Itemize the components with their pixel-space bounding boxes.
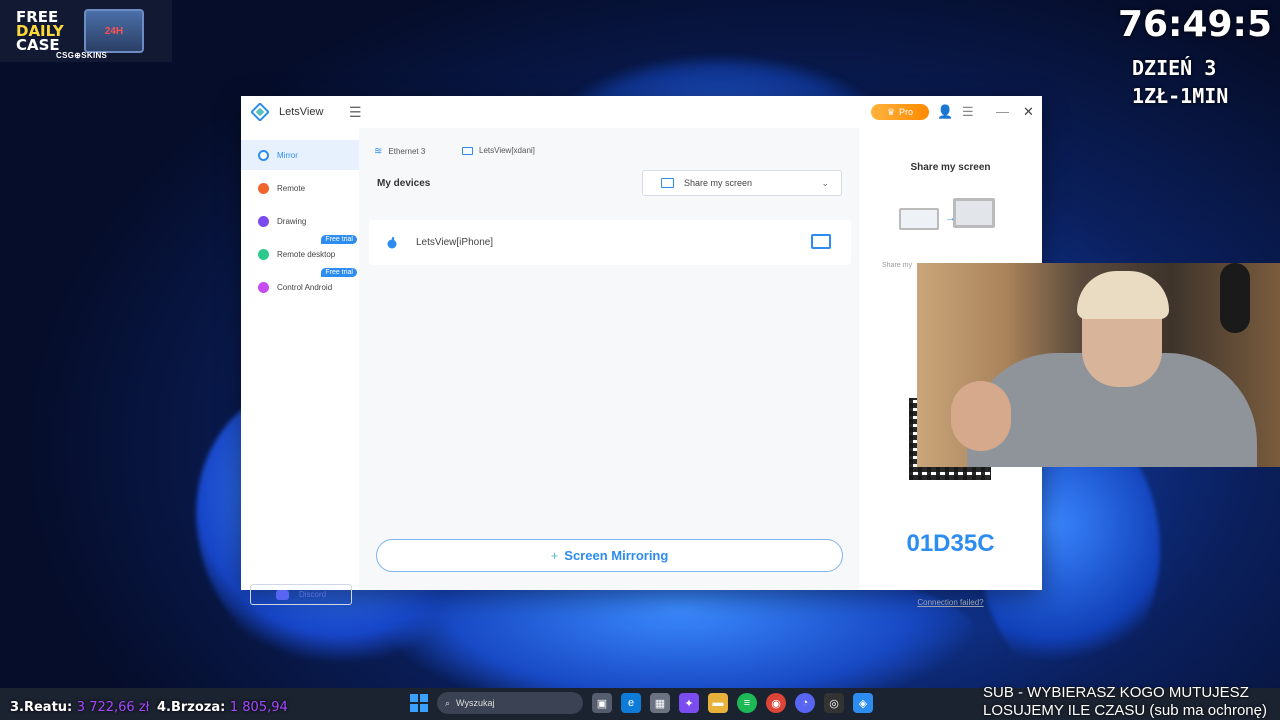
mirror-button-label: Screen Mirroring (564, 548, 669, 563)
sidebar-item-label: Drawing (277, 216, 307, 226)
sidebar: Mirror Remote Drawing Remote desktop Fre… (241, 128, 359, 605)
spotify-icon[interactable]: ≡ (737, 693, 757, 713)
share-panel-hint: Share my (882, 262, 912, 269)
file-explorer-icon[interactable]: ▬ (708, 693, 728, 713)
chrome-icon[interactable]: ◉ (766, 693, 786, 713)
webcam-overlay (917, 263, 1280, 467)
microphone (1220, 263, 1250, 333)
leader-amount: 3 722,66 zł (76, 700, 150, 715)
edge-icon[interactable]: e (621, 693, 641, 713)
letsview-taskbar-icon[interactable]: ◈ (853, 693, 873, 713)
remote-desktop-icon (258, 248, 269, 260)
leaderboard-entry: 4.Brzoza: 1 805,94 (157, 700, 288, 715)
streamer-hair (1077, 271, 1169, 319)
user-icon[interactable]: 👤 (937, 104, 953, 120)
search-placeholder: Wyszukaj (456, 698, 495, 708)
sidebar-item-label: Mirror (277, 150, 298, 160)
promo-brand: CSG⊕SKINS (56, 51, 108, 60)
sidebar-item-remote[interactable]: Remote (241, 173, 359, 203)
pro-label: Pro (899, 107, 914, 117)
dropdown-label: Share my screen (684, 178, 753, 188)
screen-mirroring-button[interactable]: + Screen Mirroring (376, 539, 843, 572)
discord-taskbar-icon[interactable]: ◔ (795, 693, 815, 713)
promo-banner: FREE DAILY CASE 24H CSG⊕SKINS (0, 0, 172, 62)
plus-icon: + (550, 548, 559, 563)
network-label: Ethernet 3 (388, 147, 426, 156)
drawing-icon (258, 215, 269, 227)
rate-label: 1ZŁ-1MIN (1132, 84, 1229, 108)
connection-failed-link[interactable]: Connection failed? (859, 598, 1042, 607)
sidebar-item-label: Remote (277, 183, 306, 193)
share-screen-dropdown[interactable]: Share my screen ⌄ (642, 170, 842, 196)
leaderboard-entry: 3.Reatu: 3 722,66 zł (10, 700, 149, 715)
cast-icon[interactable] (811, 234, 831, 249)
task-view-icon[interactable]: ▣ (592, 693, 612, 713)
pc-name-indicator: LetsView[xdani] (462, 146, 535, 155)
wifi-icon: ≋ (374, 146, 383, 157)
subathon-timer: 76:49:5 (1117, 4, 1272, 45)
collapse-menu-icon[interactable]: ☰ (349, 104, 362, 121)
sub-line: LOSUJEMY ILE CZASU (sub ma ochronę) (983, 702, 1267, 719)
apple-icon (387, 236, 397, 248)
leader-name: 3.Reatu: (10, 700, 73, 715)
windows-start-icon[interactable] (410, 694, 428, 712)
copilot-icon[interactable]: ✦ (679, 693, 699, 713)
laptop-icon (899, 208, 939, 230)
store-icon[interactable]: ▦ (650, 693, 670, 713)
day-label: DZIEŃ 3 (1132, 56, 1217, 80)
sidebar-item-label: Remote desktop (277, 249, 336, 259)
obs-icon[interactable]: ◎ (824, 693, 844, 713)
pin-code: 01D35C (906, 530, 995, 557)
case-icon: 24H (84, 9, 144, 53)
search-icon: ⌕ (445, 697, 451, 708)
sub-info-text: SUB - WYBIERASZ KOGO MUTUJESZ LOSUJEMY I… (983, 684, 1267, 720)
discord-button[interactable]: Discord (250, 584, 352, 605)
discord-label: Discord (298, 590, 327, 599)
network-indicator: ≋ Ethernet 3 (374, 146, 425, 157)
sidebar-item-control-android[interactable]: Control Android Free trial (241, 268, 359, 302)
mirror-icon (258, 149, 269, 161)
leader-amount: 1 805,94 (229, 700, 288, 715)
sidebar-item-label: Control Android (277, 282, 333, 292)
promo-line: CASE (16, 36, 60, 54)
day-counter: DZIEŃ 3 1ZŁ-1MIN (1132, 54, 1228, 110)
close-icon[interactable]: ✕ (1023, 104, 1034, 120)
share-panel-title: Share my screen (910, 162, 991, 173)
chevron-down-icon: ⌄ (821, 177, 829, 188)
discord-icon (275, 589, 289, 600)
leader-name: 4.Brzoza: (157, 700, 226, 715)
taskbar-apps: ⌕ Wyszukaj ▣ e ▦ ✦ ▬ ≡ ◉ ◔ ◎ ◈ (410, 692, 873, 714)
section-title: My devices (377, 178, 431, 189)
free-trial-badge: Free trial (321, 235, 357, 244)
app-title: LetsView (279, 106, 324, 118)
minimize-icon[interactable]: — (996, 104, 1009, 119)
crown-icon: ♛ (886, 106, 896, 117)
control-android-icon (258, 281, 269, 293)
pro-button[interactable]: ♛ Pro (871, 104, 929, 120)
sidebar-item-mirror[interactable]: Mirror (241, 140, 359, 170)
device-name: LetsView[iPhone] (416, 237, 494, 248)
title-bar: LetsView ☰ ♛ Pro 👤 ☰ — ✕ (241, 96, 1042, 128)
free-trial-badge: Free trial (321, 268, 357, 277)
sidebar-item-drawing[interactable]: Drawing (241, 206, 359, 236)
sub-line: SUB - WYBIERASZ KOGO MUTUJESZ (983, 684, 1249, 701)
taskbar-search[interactable]: ⌕ Wyszukaj (437, 692, 583, 714)
letsview-logo-icon (251, 103, 269, 121)
menu-icon[interactable]: ☰ (962, 104, 974, 120)
pc-name-label: LetsView[xdani] (479, 146, 535, 155)
streamer-hand (951, 381, 1011, 451)
main-panel: ≋ Ethernet 3 LetsView[xdani] My devices … (359, 128, 859, 590)
remote-icon (258, 182, 269, 194)
monitor-icon (462, 146, 473, 155)
monitor-illustration-icon (953, 198, 995, 228)
screen-share-icon (661, 178, 674, 188)
device-list-item[interactable]: LetsView[iPhone] (369, 220, 851, 265)
sidebar-item-remote-desktop[interactable]: Remote desktop Free trial (241, 235, 359, 269)
